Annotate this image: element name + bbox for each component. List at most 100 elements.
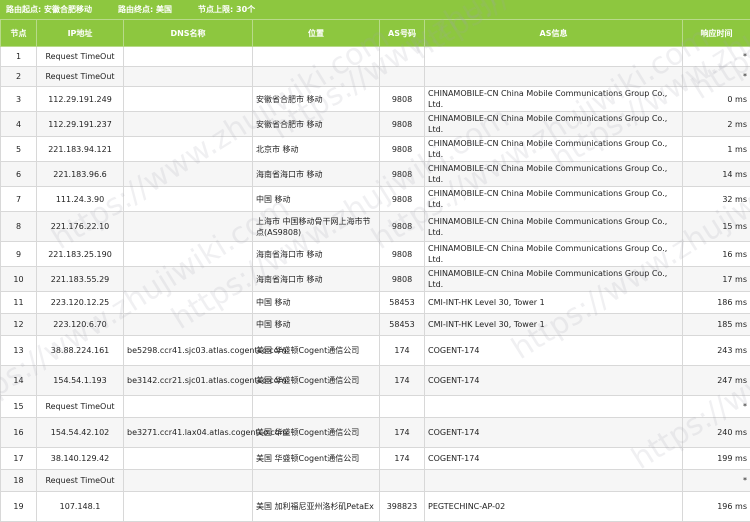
cell-hop: 17	[1, 448, 37, 470]
cell-response-time: 247 ms	[683, 366, 750, 396]
cell-ip: 107.148.1	[37, 492, 124, 522]
cell-as-info: CHINAMOBILE-CN China Mobile Communicatio…	[425, 137, 683, 162]
cell-as-number: 9808	[380, 162, 425, 187]
cell-hop: 7	[1, 187, 37, 212]
cell-ip: 221.176.22.10	[37, 212, 124, 242]
table-row: 6221.183.96.6 海南省海口市 移动9808CHINAMOBILE-CN…	[1, 162, 750, 187]
cell-response-time: 32 ms	[683, 187, 750, 212]
cell-as-info: CHINAMOBILE-CN China Mobile Communicatio…	[425, 112, 683, 137]
cell-location: 上海市 中国移动骨干网上海市节点(AS9808)	[253, 212, 380, 242]
table-row: 1338.88.224.161be5298.ccr41.sjc03.atlas.…	[1, 336, 750, 366]
cell-ip: Request TimeOut	[37, 470, 124, 492]
cell-response-time: 16 ms	[683, 242, 750, 267]
cell-as-number	[380, 67, 425, 87]
cell-response-time: 2 ms	[683, 112, 750, 137]
cell-hop: 12	[1, 314, 37, 336]
cell-ip: 154.54.1.193	[37, 366, 124, 396]
cell-hop: 15	[1, 396, 37, 418]
cell-ip: 223.120.6.70	[37, 314, 124, 336]
cell-hop: 6	[1, 162, 37, 187]
cell-dns	[124, 212, 253, 242]
cell-location: 海南省海口市 移动	[253, 162, 380, 187]
table-row: 12223.120.6.70中国 移动58453CMI-INT-HK Level…	[1, 314, 750, 336]
cell-location: 美国 加利福尼亚州洛杉矶PetaEx	[253, 492, 380, 522]
cell-location: 中国 移动	[253, 187, 380, 212]
cell-as-number: 9808	[380, 242, 425, 267]
cell-location: 安徽省合肥市 移动	[253, 112, 380, 137]
cell-dns	[124, 267, 253, 292]
cell-dns	[124, 137, 253, 162]
table-row: 10221.183.55.29海南省海口市 移动9808CHINAMOBILE-…	[1, 267, 750, 292]
cell-hop: 2	[1, 67, 37, 87]
cell-hop: 1	[1, 47, 37, 67]
cell-as-info	[425, 47, 683, 67]
cell-hop: 10	[1, 267, 37, 292]
cell-hop: 14	[1, 366, 37, 396]
cell-as-number: 398823	[380, 492, 425, 522]
cell-as-number: 9808	[380, 87, 425, 112]
cell-as-number	[380, 47, 425, 67]
cell-response-time: *	[683, 396, 750, 418]
col-hop: 节点	[1, 20, 37, 47]
cell-ip: 221.183.55.29	[37, 267, 124, 292]
cell-location: 北京市 移动	[253, 137, 380, 162]
cell-ip: 154.54.42.102	[37, 418, 124, 448]
table-row: 18Request TimeOut*	[1, 470, 750, 492]
cell-as-info	[425, 396, 683, 418]
cell-location: 中国 移动	[253, 292, 380, 314]
cell-as-number: 9808	[380, 212, 425, 242]
cell-dns	[124, 87, 253, 112]
route-start: 路由起点: 安徽合肥移动	[6, 4, 92, 15]
cell-as-info: CHINAMOBILE-CN China Mobile Communicatio…	[425, 187, 683, 212]
cell-as-info: CMI-INT-HK Level 30, Tower 1	[425, 314, 683, 336]
cell-dns: be3271.ccr41.lax04.atlas.cogentco.com	[124, 418, 253, 448]
cell-as-info	[425, 67, 683, 87]
hop-limit: 节点上限: 30个	[198, 4, 255, 15]
cell-as-info: CHINAMOBILE-CN China Mobile Communicatio…	[425, 87, 683, 112]
cell-as-info: CHINAMOBILE-CN China Mobile Communicatio…	[425, 162, 683, 187]
cell-as-info: PEGTECHINC-AP-02	[425, 492, 683, 522]
cell-as-number: 174	[380, 418, 425, 448]
cell-ip: 221.183.96.6	[37, 162, 124, 187]
cell-dns	[124, 292, 253, 314]
cell-as-number	[380, 470, 425, 492]
table-header-row: 节点 IP地址 DNS名称 位置 AS号码 AS信息 响应时间	[1, 20, 750, 47]
cell-response-time: 14 ms	[683, 162, 750, 187]
cell-response-time: 0 ms	[683, 87, 750, 112]
cell-as-number	[380, 396, 425, 418]
cell-ip: 38.88.224.161	[37, 336, 124, 366]
table-row: 9221.183.25.190海南省海口市 移动9808CHINAMOBILE-…	[1, 242, 750, 267]
table-row: 16154.54.42.102be3271.ccr41.lax04.atlas.…	[1, 418, 750, 448]
cell-response-time: 15 ms	[683, 212, 750, 242]
cell-response-time: 1 ms	[683, 137, 750, 162]
cell-as-info: CHINAMOBILE-CN China Mobile Communicatio…	[425, 212, 683, 242]
cell-location: 美国 华盛顿Cogent通信公司	[253, 448, 380, 470]
cell-as-info: CHINAMOBILE-CN China Mobile Communicatio…	[425, 267, 683, 292]
cell-as-number: 58453	[380, 292, 425, 314]
cell-ip: 223.120.12.25	[37, 292, 124, 314]
cell-dns	[124, 162, 253, 187]
cell-dns	[124, 448, 253, 470]
cell-dns	[124, 492, 253, 522]
cell-dns	[124, 112, 253, 137]
table-row: 5221.183.94.121北京市 移动9808CHINAMOBILE-CN …	[1, 137, 750, 162]
cell-dns	[124, 187, 253, 212]
cell-ip: 112.29.191.249	[37, 87, 124, 112]
cell-as-number: 9808	[380, 267, 425, 292]
cell-hop: 8	[1, 212, 37, 242]
traceroute-table: 节点 IP地址 DNS名称 位置 AS号码 AS信息 响应时间 1 Request…	[0, 19, 750, 522]
cell-response-time: 17 ms	[683, 267, 750, 292]
table-row: 7111.24.3.90中国 移动9808CHINAMOBILE-CN Chin…	[1, 187, 750, 212]
cell-dns	[124, 470, 253, 492]
cell-ip: 112.29.191.237	[37, 112, 124, 137]
cell-hop: 3	[1, 87, 37, 112]
cell-hop: 11	[1, 292, 37, 314]
cell-as-number: 174	[380, 448, 425, 470]
cell-response-time: *	[683, 47, 750, 67]
cell-ip: Request TimeOut	[37, 396, 124, 418]
cell-hop: 4	[1, 112, 37, 137]
cell-as-number: 9808	[380, 137, 425, 162]
cell-location	[253, 67, 380, 87]
cell-location	[253, 396, 380, 418]
cell-location: 美国 华盛顿Cogent通信公司	[253, 418, 380, 448]
